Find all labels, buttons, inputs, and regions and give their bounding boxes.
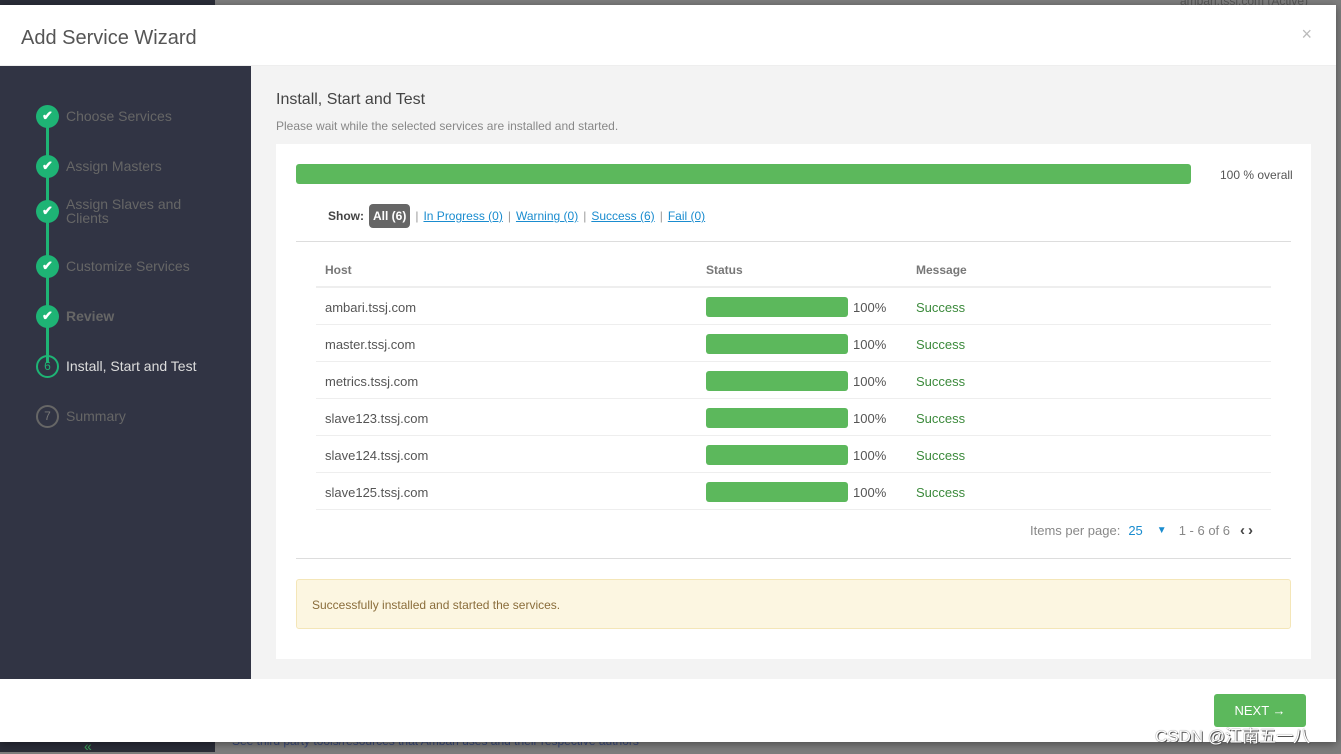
install-card: 100 % overall Show: All (6) | In Progress… <box>276 144 1311 659</box>
filter-warning[interactable]: Warning (0) <box>516 209 578 223</box>
host-name: ambari.tssj.com <box>325 300 417 315</box>
host-message[interactable]: Success <box>916 374 965 389</box>
show-label: Show: <box>328 209 364 223</box>
table-header: Host Status Message <box>316 251 1271 288</box>
check-icon: ✔ <box>36 304 59 328</box>
host-status: 100% <box>706 445 886 465</box>
overall-progress-bar <box>296 164 1191 184</box>
host-progress-bar <box>706 445 848 465</box>
step-label: Summary <box>66 408 126 424</box>
success-alert: Successfully installed and started the s… <box>296 579 1291 629</box>
host-message[interactable]: Success <box>916 337 965 352</box>
check-icon: ✔ <box>36 154 59 178</box>
table-row: ambari.tssj.com 100% Success <box>316 288 1271 325</box>
watermark: CSDN @江南五一八 <box>1155 727 1311 746</box>
host-status: 100% <box>706 482 886 502</box>
modal-title: Add Service Wizard <box>21 27 197 49</box>
add-service-wizard-modal: Add Service Wizard × ✔ Choose Services ✔ As… <box>0 5 1336 742</box>
wizard-content: Install, Start and Test Please wait whil… <box>251 66 1336 679</box>
chevron-down-icon[interactable]: ▼ <box>1157 525 1167 536</box>
wizard-step: 6 Install, Start and Test <box>36 354 196 378</box>
host-status: 100% <box>706 334 886 354</box>
host-progress-bar <box>706 371 848 391</box>
table-row: metrics.tssj.com 100% Success <box>316 362 1271 399</box>
step-label: Choose Services <box>66 108 172 124</box>
host-status: 100% <box>706 297 886 317</box>
filter-success[interactable]: Success (6) <box>591 209 654 223</box>
host-progress-pct: 100% <box>853 484 887 500</box>
header-message: Message <box>916 263 967 277</box>
host-progress-pct: 100% <box>853 447 887 463</box>
step-label: Customize Services <box>66 258 190 274</box>
step-number-icon: 7 <box>36 404 59 428</box>
step-label: Install, Start and Test <box>66 358 197 374</box>
host-status: 100% <box>706 371 886 391</box>
modal-header: Add Service Wizard × <box>0 5 1336 66</box>
items-per-page-select[interactable]: 25 <box>1128 523 1142 538</box>
table-row: slave125.tssj.com 100% Success <box>316 473 1271 510</box>
host-message[interactable]: Success <box>916 300 965 315</box>
header-host: Host <box>325 263 352 277</box>
page-subtitle: Please wait while the selected services … <box>276 119 619 133</box>
wizard-step: ✔ Choose Services <box>36 104 172 128</box>
host-progress-pct: 100% <box>853 410 887 426</box>
table-row: slave123.tssj.com 100% Success <box>316 399 1271 436</box>
wizard-step: ✔ Review <box>36 304 114 328</box>
host-name: slave125.tssj.com <box>325 485 429 500</box>
host-message[interactable]: Success <box>916 485 965 500</box>
divider <box>296 241 1291 242</box>
step-label: Assign Masters <box>66 158 162 174</box>
step-label: Assign Slaves and Clients <box>66 196 182 226</box>
check-icon: ✔ <box>36 254 59 278</box>
wizard-step: ✔ Assign Slaves and Clients <box>36 196 196 226</box>
check-icon: ✔ <box>36 199 59 223</box>
header-status: Status <box>706 263 743 277</box>
divider <box>296 558 1291 559</box>
items-per-page-label: Items per page: <box>1030 523 1121 538</box>
host-name: slave123.tssj.com <box>325 411 429 426</box>
host-name: metrics.tssj.com <box>325 374 419 389</box>
host-progress-bar <box>706 482 848 502</box>
host-status: 100% <box>706 408 886 428</box>
host-message[interactable]: Success <box>916 448 965 463</box>
host-progress-bar <box>706 334 848 354</box>
table-row: master.tssj.com 100% Success <box>316 325 1271 362</box>
host-name: master.tssj.com <box>325 337 416 352</box>
wizard-step: 7 Summary <box>36 404 126 428</box>
pagination: Items per page: 25 ▼ 1 - 6 of 6 ‹ › <box>1030 522 1254 539</box>
next-page-icon[interactable]: › <box>1248 522 1254 539</box>
prev-page-icon[interactable]: ‹ <box>1240 522 1246 539</box>
host-message[interactable]: Success <box>916 411 965 426</box>
hosts-table: Host Status Message ambari.tssj.com 100%… <box>316 251 1271 510</box>
filter-in-progress[interactable]: In Progress (0) <box>423 209 502 223</box>
step-label: Review <box>66 308 115 324</box>
filter-all[interactable]: All (6) <box>369 204 411 228</box>
close-icon[interactable]: × <box>1301 24 1312 45</box>
status-filter: Show: All (6) | In Progress (0) | Warning … <box>328 204 705 228</box>
overall-progress-label: 100 % overall <box>1220 168 1293 182</box>
host-progress-pct: 100% <box>853 373 887 389</box>
host-progress-bar <box>706 297 848 317</box>
check-icon: ✔ <box>36 104 59 128</box>
filter-fail[interactable]: Fail (0) <box>668 209 705 223</box>
page-title: Install, Start and Test <box>276 91 426 108</box>
wizard-step: ✔ Assign Masters <box>36 154 162 178</box>
wizard-step: ✔ Customize Services <box>36 254 190 278</box>
host-progress-bar <box>706 408 848 428</box>
wizard-steps-sidebar: ✔ Choose Services ✔ Assign Masters ✔ Assign S… <box>0 66 251 679</box>
step-number-icon: 6 <box>36 354 59 378</box>
host-name: slave124.tssj.com <box>325 448 429 463</box>
host-progress-pct: 100% <box>853 299 887 315</box>
host-progress-pct: 100% <box>853 336 887 352</box>
page-range: 1 - 6 of 6 <box>1178 523 1231 538</box>
table-row: slave124.tssj.com 100% Success <box>316 436 1271 473</box>
